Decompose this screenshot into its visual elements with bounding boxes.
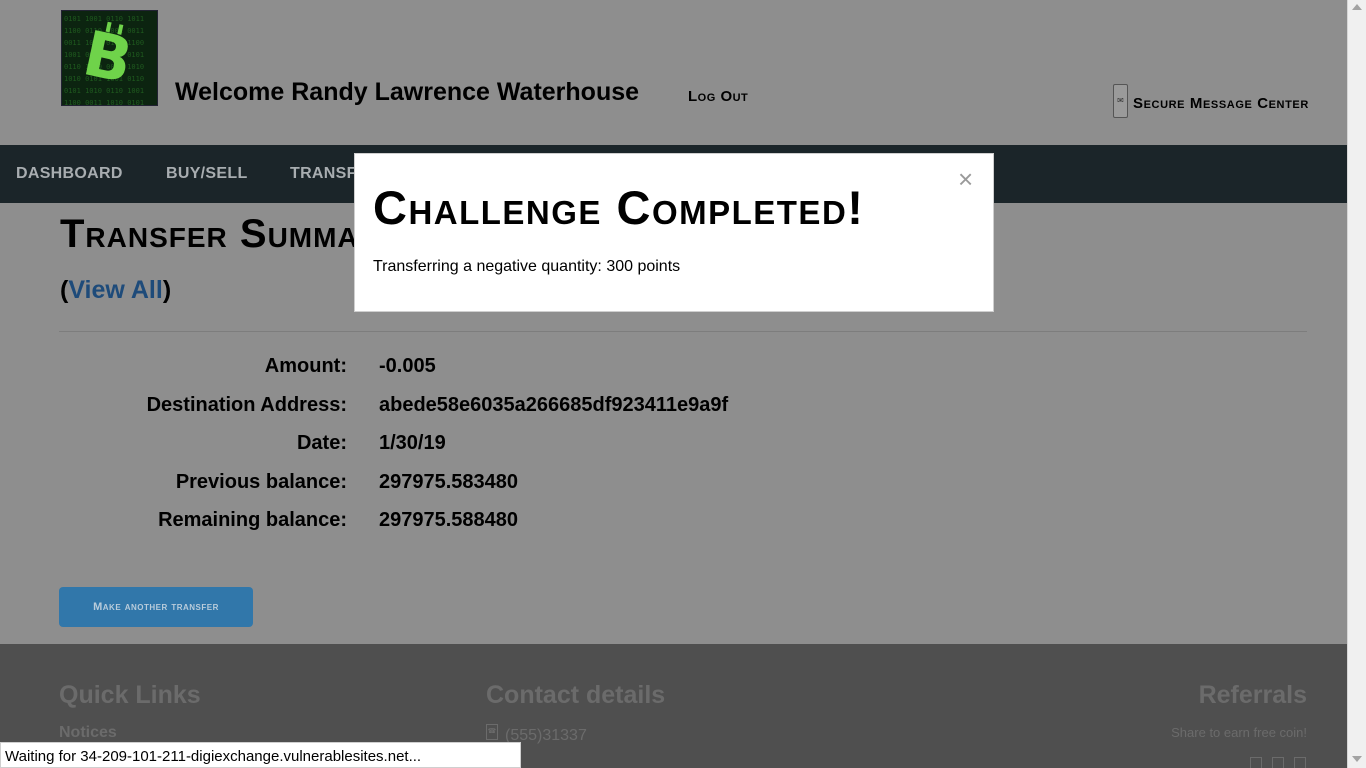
make-another-transfer-button[interactable]: Make another transfer: [59, 587, 253, 627]
page: 0101 1001 0110 1011 1100 0110 1001 0011 …: [0, 0, 1347, 768]
footer-referrals-heading: Referrals: [1198, 681, 1307, 709]
view-all-wrapper: (View All): [60, 276, 171, 305]
envelope-icon[interactable]: ✉: [1113, 84, 1128, 118]
summary-row-previous-balance: Previous balance: 297975.583480: [0, 471, 900, 501]
page-title: Transfer Summary: [60, 212, 399, 256]
scroll-down-icon[interactable]: [1352, 756, 1362, 762]
social-share-icon[interactable]: [1272, 757, 1284, 768]
header: 0101 1001 0110 1011 1100 0110 1001 0011 …: [0, 0, 1347, 145]
footer-contact-heading: Contact details: [486, 681, 666, 709]
social-share-icon[interactable]: [1250, 757, 1262, 768]
modal-message: Transferring a negative quantity: 300 po…: [373, 258, 681, 275]
destination-value: abede58e6035a266685df923411e9a9f: [379, 394, 729, 416]
modal-title: Challenge Completed!: [373, 181, 865, 234]
remaining-balance-label: Remaining balance:: [158, 509, 347, 531]
summary-row-date: Date: 1/30/19: [0, 432, 900, 462]
date-value: 1/30/19: [379, 432, 446, 454]
previous-balance-value: 297975.583480: [379, 471, 519, 493]
close-icon[interactable]: ×: [958, 166, 973, 192]
summary-row-destination: Destination Address: abede58e6035a266685…: [0, 394, 900, 424]
amount-value: -0.005: [379, 355, 436, 377]
destination-label: Destination Address:: [146, 394, 347, 416]
welcome-text: Welcome Randy Lawrence Waterhouse: [175, 78, 640, 106]
challenge-modal: Challenge Completed! × Transferring a ne…: [354, 153, 994, 312]
footer-share-text: Share to earn free coin!: [1171, 725, 1307, 740]
browser-status-bar: Waiting for 34-209-101-211-digiexchange.…: [0, 742, 521, 768]
divider: [59, 331, 1307, 332]
secure-message-center-link[interactable]: Secure Message Center: [1133, 95, 1309, 112]
bitcoin-logo-icon[interactable]: 0101 1001 0110 1011 1100 0110 1001 0011 …: [61, 10, 158, 106]
vertical-scrollbar[interactable]: [1347, 0, 1366, 768]
nav-item-dashboard[interactable]: DASHBOARD: [16, 165, 123, 183]
footer-quick-links-heading: Quick Links: [59, 681, 201, 709]
date-label: Date:: [296, 432, 347, 454]
view-all-link[interactable]: View All: [68, 276, 162, 304]
logout-link[interactable]: Log Out: [688, 88, 748, 105]
nav-item-buy-sell[interactable]: BUY/SELL: [166, 165, 248, 183]
footer-notices-link[interactable]: Notices: [59, 724, 117, 742]
svg-text:1100 0011 1010 0101: 1100 0011 1010 0101: [64, 99, 144, 106]
summary-row-amount: Amount: -0.005: [0, 355, 900, 385]
remaining-balance-value: 297975.588480: [379, 509, 519, 531]
previous-balance-label: Previous balance:: [175, 471, 347, 493]
paren-close: ): [162, 276, 172, 304]
amount-label: Amount:: [264, 355, 347, 377]
phone-icon: ☎: [486, 724, 498, 740]
social-share-icon[interactable]: [1294, 757, 1306, 768]
summary-row-remaining-balance: Remaining balance: 297975.588480: [0, 509, 900, 539]
scroll-up-icon[interactable]: [1352, 4, 1362, 10]
